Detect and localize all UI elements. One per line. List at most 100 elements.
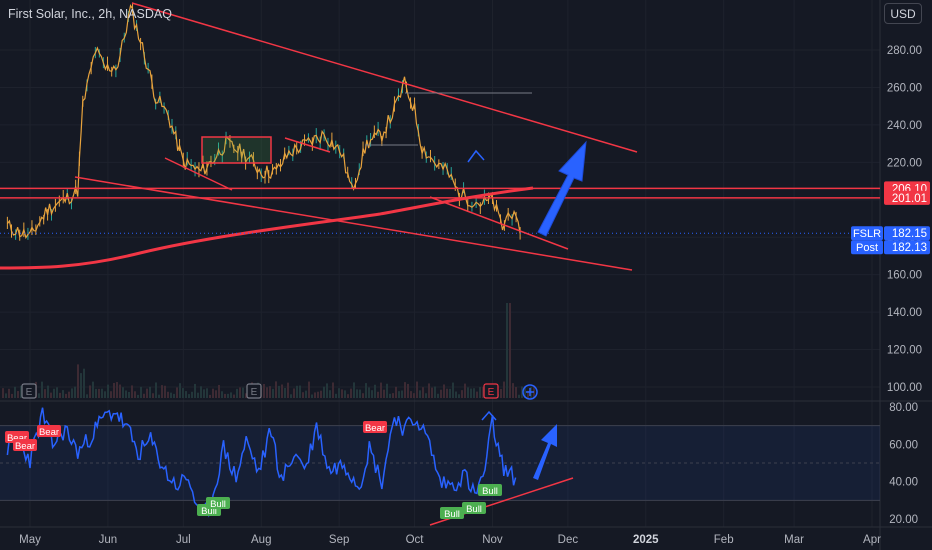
volume-bar	[116, 382, 118, 398]
time-tick-label: Nov	[482, 534, 503, 546]
volume-bar	[335, 393, 337, 398]
volume-bar	[128, 391, 130, 398]
volume-bar	[428, 383, 430, 398]
volume-bar	[455, 391, 457, 398]
price-pane	[6, 2, 521, 241]
volume-bar	[62, 390, 64, 398]
time-tick-label: Aug	[251, 534, 271, 546]
volume-bar	[470, 388, 472, 398]
volume-bar	[500, 388, 502, 398]
volume-bars	[2, 303, 535, 398]
volume-bar	[377, 391, 379, 398]
volume-bar	[407, 383, 409, 398]
volume-bar	[326, 383, 328, 398]
bull-signal-label: Bull	[482, 486, 498, 497]
oscillator-pane: BearBearBear BearBullBullBull BullBull	[0, 407, 880, 526]
volume-bar	[104, 391, 106, 398]
volume-bar	[401, 390, 403, 398]
volume-bar	[167, 391, 169, 398]
volume-bar	[209, 394, 211, 398]
time-tick-label: Oct	[406, 534, 425, 546]
time-tick-label: Jul	[176, 534, 191, 546]
volume-bar	[374, 384, 376, 398]
volume-bar	[296, 385, 298, 398]
volume-bar	[380, 382, 382, 398]
volume-bar	[113, 382, 115, 398]
volume-bar	[308, 381, 310, 398]
volume-bar	[311, 394, 313, 398]
volume-bar	[140, 386, 142, 398]
volume-bar	[155, 382, 157, 398]
time-tick-label: Feb	[714, 534, 734, 546]
time-tick-label: Apr	[863, 534, 881, 546]
volume-bar	[509, 303, 511, 398]
volume-bar	[215, 390, 217, 398]
volume-bar	[44, 389, 46, 398]
volume-bar	[122, 387, 124, 398]
volume-bar	[206, 388, 208, 398]
highlight-box	[201, 136, 272, 164]
time-tick-label: May	[19, 534, 41, 546]
price-tick-label: 140.00	[887, 307, 922, 319]
volume-bar	[242, 387, 244, 398]
volume-bar	[323, 386, 325, 398]
volume-bar	[395, 386, 397, 398]
volume-bar	[299, 385, 301, 398]
chart-canvas[interactable]: EEE BearBearBear BearBullBullBull BullBull…	[0, 0, 932, 550]
volume-bar	[53, 388, 55, 398]
volume-bar	[107, 384, 109, 398]
volume-bar	[287, 382, 289, 398]
volume-bar	[221, 391, 223, 398]
volume-bar	[263, 383, 265, 398]
volume-bar	[5, 393, 7, 398]
volume-bar	[317, 391, 319, 398]
earnings-marker-label: E	[26, 387, 33, 398]
oscillator-small-arrow	[481, 410, 497, 421]
volume-bar	[371, 390, 373, 398]
bear-signal-label: Bear	[15, 441, 35, 452]
volume-bar	[137, 394, 139, 398]
volume-bar	[176, 387, 178, 398]
price-tick-label: 280.00	[887, 45, 922, 57]
volume-bar	[503, 381, 505, 398]
currency-button[interactable]: USD	[884, 3, 922, 24]
volume-bar	[437, 393, 439, 398]
time-tick-label: 2025	[633, 534, 659, 546]
oscillator-tick-label: 20.00	[889, 514, 918, 526]
volume-bar	[320, 390, 322, 398]
volume-bar	[386, 383, 388, 398]
volume-bar	[197, 392, 199, 398]
earnings-marker-label: E	[488, 387, 495, 398]
volume-bar	[149, 386, 151, 398]
volume-bar	[41, 381, 43, 398]
volume-bar	[350, 388, 352, 398]
volume-bar	[404, 382, 406, 398]
volume-bar	[230, 392, 232, 398]
volume-bar	[479, 387, 481, 398]
volume-bar	[71, 388, 73, 398]
volume-bar	[68, 391, 70, 398]
volume-bar	[452, 382, 454, 398]
time-tick-label: Dec	[558, 534, 579, 546]
chart-root: EEE Bear Bear Bear Bear Bull Bull Bull Bull Bull…	[0, 0, 932, 550]
volume-bar	[338, 388, 340, 398]
volume-bar	[413, 393, 415, 398]
volume-bar	[50, 392, 52, 398]
price-label-tag-text: FSLR	[853, 228, 881, 240]
volume-bar	[473, 388, 475, 398]
volume-bar	[389, 393, 391, 398]
volume-bar	[305, 390, 307, 398]
time-tick-label: Mar	[784, 534, 804, 546]
volume-bar	[275, 381, 277, 398]
oscillator-tick-label: 60.00	[889, 439, 918, 451]
volume-bar	[200, 386, 202, 398]
volume-bar	[506, 303, 508, 398]
volume-bar	[98, 388, 100, 398]
volume-bar	[461, 390, 463, 398]
oscillator-tick-label: 80.00	[889, 402, 918, 414]
volume-bar	[89, 385, 91, 398]
volume-bar	[47, 385, 49, 398]
volume-bar	[446, 388, 448, 398]
volume-bar	[410, 391, 412, 398]
volume-bar	[173, 393, 175, 398]
